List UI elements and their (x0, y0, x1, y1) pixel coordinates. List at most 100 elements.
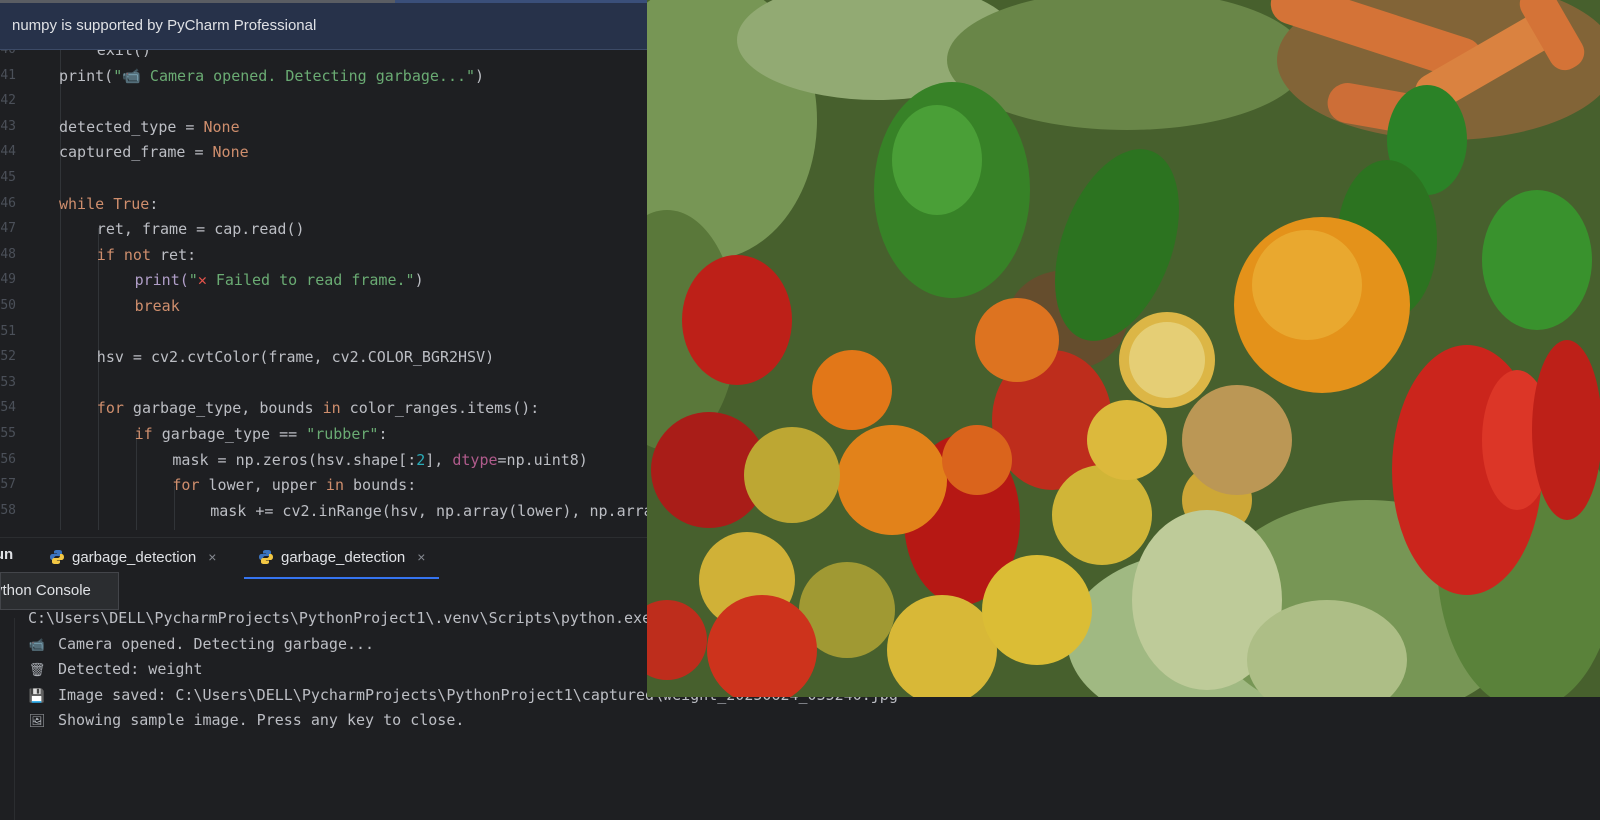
console-line: 📹 Camera opened. Detecting garbage... (28, 631, 374, 657)
line-number: 53 (0, 374, 16, 390)
code-line[interactable]: 55 if garbage_type == "rubber": (0, 421, 647, 447)
code-token: captured_frame = (59, 143, 213, 162)
code-line[interactable]: 58 mask += cv2.inRange(hsv, np.array(lowe… (0, 498, 647, 524)
code-line[interactable]: 46 while True: (0, 191, 647, 217)
code-line[interactable]: 51 (0, 319, 647, 345)
banner-text: numpy is supported by PyCharm Profession… (12, 17, 317, 34)
code-token: : (149, 194, 159, 213)
code-text: detected_type = None (59, 114, 240, 140)
code-token: mask += cv2.inRange(hsv, np.array(lower)… (210, 501, 647, 520)
code-token: mask = np.zeros(hsv.shape[: (172, 450, 417, 469)
code-text: exit() (97, 50, 151, 63)
code-token: garbage_type, bounds (132, 399, 323, 418)
code-text: for lower, upper in bounds: (172, 472, 416, 498)
video-camera-icon: 📹 (28, 637, 46, 653)
code-editor[interactable]: 40 exit() 41print("📹 Camera opened. Detect… (0, 50, 647, 530)
code-token: None (212, 143, 249, 162)
code-token: for (96, 399, 133, 418)
code-line[interactable]: 50 break (0, 293, 647, 319)
code-line[interactable]: 53 (0, 370, 647, 396)
line-number: 57 (0, 477, 16, 493)
run-console-output[interactable]: C:\Users\DELL\PycharmProjects\PythonProj… (14, 609, 898, 820)
code-line[interactable]: 41 print("📹 Camera opened. Detecting garb… (0, 63, 647, 89)
code-line[interactable]: 44 captured_frame = None (0, 139, 647, 165)
tab-strip-segment (0, 0, 395, 3)
run-tool-window-header: Run garbage_detection × garbage_detection… (0, 537, 647, 579)
code-line[interactable]: 42 (0, 88, 647, 114)
tab-label: garbage_detection (72, 549, 197, 566)
code-text: for garbage_type, bounds in color_ranges… (97, 395, 540, 421)
code-token: in (322, 399, 350, 418)
close-icon[interactable]: × (417, 549, 425, 565)
line-number: 44 (0, 144, 16, 160)
code-text: mask = np.zeros(hsv.shape[:2], dtype=np.… (172, 447, 587, 473)
code-line[interactable]: 45 (0, 165, 647, 191)
floppy-disk-icon: 💾 (28, 688, 46, 704)
python-icon (50, 550, 64, 564)
code-line[interactable]: 40 exit() (0, 50, 647, 63)
code-text: captured_frame = None (59, 139, 249, 165)
code-line[interactable]: 54 for garbage_type, bounds in color_rang… (0, 395, 647, 421)
console-text: C:\Users\DELL\PycharmProjects\PythonProj… (28, 609, 652, 627)
tab-strip-edge (0, 0, 647, 3)
line-number: 51 (0, 323, 16, 339)
code-text: ret, frame = cap.read() (97, 216, 305, 242)
line-number: 43 (0, 118, 16, 134)
run-tab-garbage-detection-2[interactable]: garbage_detection × (244, 538, 440, 579)
code-token: exit() (96, 50, 151, 59)
code-line[interactable]: 48 if not ret: (0, 242, 647, 268)
code-token: ], (425, 450, 453, 469)
code-text: hsv = cv2.cvtColor(frame, cv2.COLOR_BGR2… (97, 344, 494, 370)
line-number: 58 (0, 502, 16, 518)
food-waste-photo (647, 0, 1600, 697)
console-text: Showing sample image. Press any key to c… (58, 711, 465, 730)
code-line[interactable]: 49 print("✕ Failed to read frame.") (0, 267, 647, 293)
console-text: Camera opened. Detecting garbage... (58, 634, 375, 653)
framed-picture-icon: 🖼 (28, 714, 46, 730)
line-number: 46 (0, 195, 16, 211)
code-token: while (59, 194, 114, 213)
code-line[interactable]: 43 detected_type = None (0, 114, 647, 140)
sample-image-window (647, 0, 1600, 697)
code-token: hsv = cv2.cvtColor(frame, cv2.COLOR_BGR2… (96, 348, 495, 367)
code-text: print("✕ Failed to read frame.") (135, 267, 424, 293)
code-token: garbage_type == (161, 425, 307, 443)
wastebasket-icon: 🗑 (28, 663, 46, 679)
code-token: color_ranges.items(): (349, 399, 540, 418)
line-number: 56 (0, 451, 16, 467)
line-number: 47 (0, 221, 16, 237)
code-token: detected_type = (59, 117, 204, 136)
code-token: Failed to read frame." (206, 271, 415, 290)
close-icon[interactable]: × (208, 549, 216, 565)
line-number: 50 (0, 298, 16, 313)
code-token: if not (96, 245, 161, 264)
line-number: 40 (0, 50, 16, 63)
console-text: Detected: weight (58, 660, 203, 679)
code-token: ✕ (197, 271, 207, 290)
notification-banner: numpy is supported by PyCharm Profession… (0, 0, 647, 50)
code-token: lower, upper (208, 476, 326, 495)
code-token: True (113, 194, 150, 213)
python-icon (259, 550, 273, 564)
code-token: break (134, 297, 180, 315)
code-token: " (188, 271, 198, 290)
code-token: ) (475, 66, 485, 85)
code-token: print( (59, 66, 114, 85)
code-text: if garbage_type == "rubber": (135, 421, 388, 447)
code-token: "📹 Camera opened. Detecting garbage..." (113, 66, 476, 85)
code-token: dtype (452, 450, 498, 469)
code-token: ret, frame = cap.read() (96, 220, 305, 239)
code-line[interactable]: 47 ret, frame = cap.read() (0, 216, 647, 242)
code-text: print("📹 Camera opened. Detecting garbag… (59, 63, 484, 89)
run-label: Run (0, 546, 14, 563)
code-token: if (134, 425, 162, 443)
code-text: break (135, 293, 180, 319)
code-line[interactable]: 56 mask = np.zeros(hsv.shape[:2], dtype=n… (0, 447, 647, 473)
code-line[interactable]: 57 for lower, upper in bounds: (0, 472, 647, 498)
code-text: mask += cv2.inRange(hsv, np.array(lower)… (210, 498, 647, 524)
code-token: ) (414, 271, 424, 290)
line-number: 42 (0, 93, 16, 109)
console-line: C:\Users\DELL\PycharmProjects\PythonProj… (28, 605, 651, 631)
code-line[interactable]: 52 hsv = cv2.cvtColor(frame, cv2.COLOR_BG… (0, 344, 647, 370)
code-text: if not ret: (97, 242, 196, 268)
